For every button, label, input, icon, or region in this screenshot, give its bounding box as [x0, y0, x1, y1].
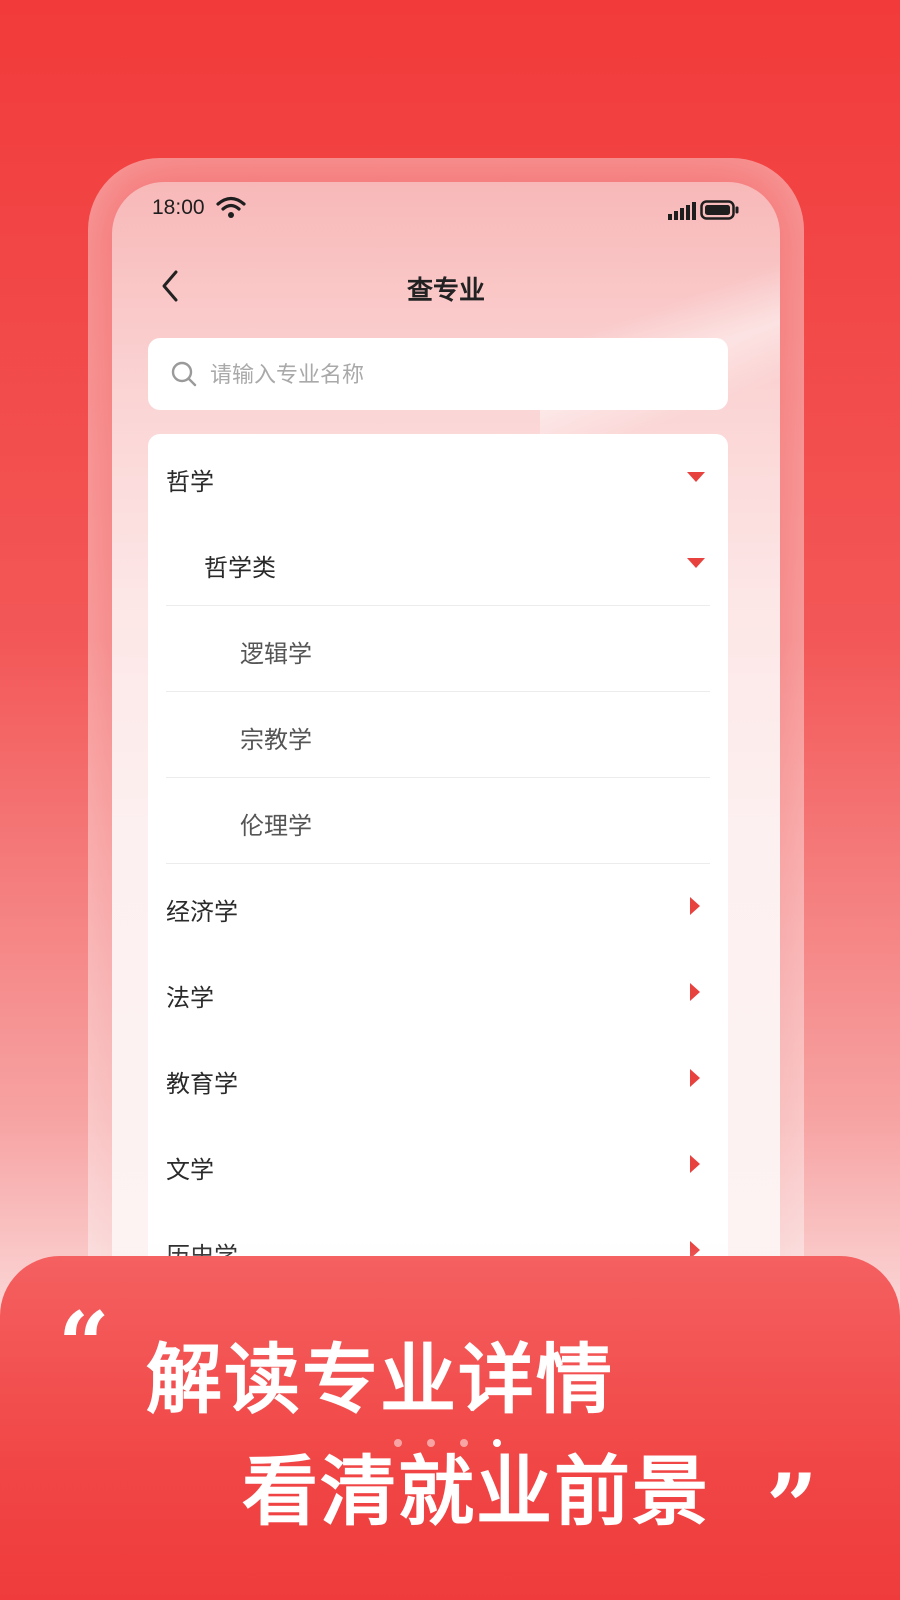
- list-item-label: 教育学: [166, 1070, 238, 1098]
- list-item-category[interactable]: 哲学: [148, 434, 728, 520]
- caret-right-icon: [690, 983, 700, 1001]
- list-item-category[interactable]: 文学: [148, 1122, 728, 1208]
- list-item-label: 哲学: [166, 468, 214, 496]
- list-item-label: 逻辑学: [240, 640, 312, 668]
- slogan-line-1: 解读专业详情: [146, 1335, 614, 1424]
- nav-bar: 查专业: [112, 252, 780, 322]
- list-item-major[interactable]: 宗教学: [148, 692, 728, 778]
- caret-down-icon: [687, 558, 705, 568]
- search-box[interactable]: [148, 338, 728, 412]
- list-item-label: 宗教学: [240, 726, 312, 754]
- caret-right-icon: [690, 1155, 700, 1173]
- list-item-label: 文学: [166, 1156, 214, 1184]
- battery-icon: [700, 200, 740, 224]
- list-item-category[interactable]: 经济学: [148, 864, 728, 950]
- status-bar: 18:00: [112, 182, 780, 238]
- list-item-category[interactable]: 法学: [148, 950, 728, 1036]
- list-item-label: 伦理学: [240, 812, 312, 840]
- search-icon: [170, 360, 198, 392]
- signal-icon: [668, 202, 696, 224]
- page-title: 查专业: [406, 276, 485, 306]
- list-item-label: 经济学: [166, 898, 238, 926]
- list-item-major[interactable]: 逻辑学: [148, 606, 728, 692]
- major-list: 哲学 哲学类 逻辑学 宗教学 伦理学 经济学 法学 教育学 文学: [148, 434, 728, 1362]
- list-item-category[interactable]: 教育学: [148, 1036, 728, 1122]
- quote-close-mark: ”: [766, 1454, 818, 1560]
- app-screen: 18:00 查专业 请输入专业名称 哲学 哲学类 逻辑学 宗教学 伦理学 经济学…: [112, 182, 780, 1362]
- promo-banner: [0, 1256, 900, 1600]
- slogan-line-2: 看清就业前景: [242, 1447, 710, 1536]
- status-time: 18:00: [152, 196, 205, 219]
- caret-down-icon: [687, 472, 705, 482]
- list-item-label: 哲学类: [204, 554, 276, 582]
- search-input[interactable]: [208, 338, 712, 412]
- caret-right-icon: [690, 1069, 700, 1087]
- list-item-major[interactable]: 伦理学: [148, 778, 728, 864]
- quote-open-mark: “: [58, 1292, 110, 1398]
- caret-right-icon: [690, 897, 700, 915]
- wifi-icon: [216, 196, 246, 224]
- list-item-subcategory[interactable]: 哲学类: [148, 520, 728, 606]
- list-item-label: 法学: [166, 984, 214, 1012]
